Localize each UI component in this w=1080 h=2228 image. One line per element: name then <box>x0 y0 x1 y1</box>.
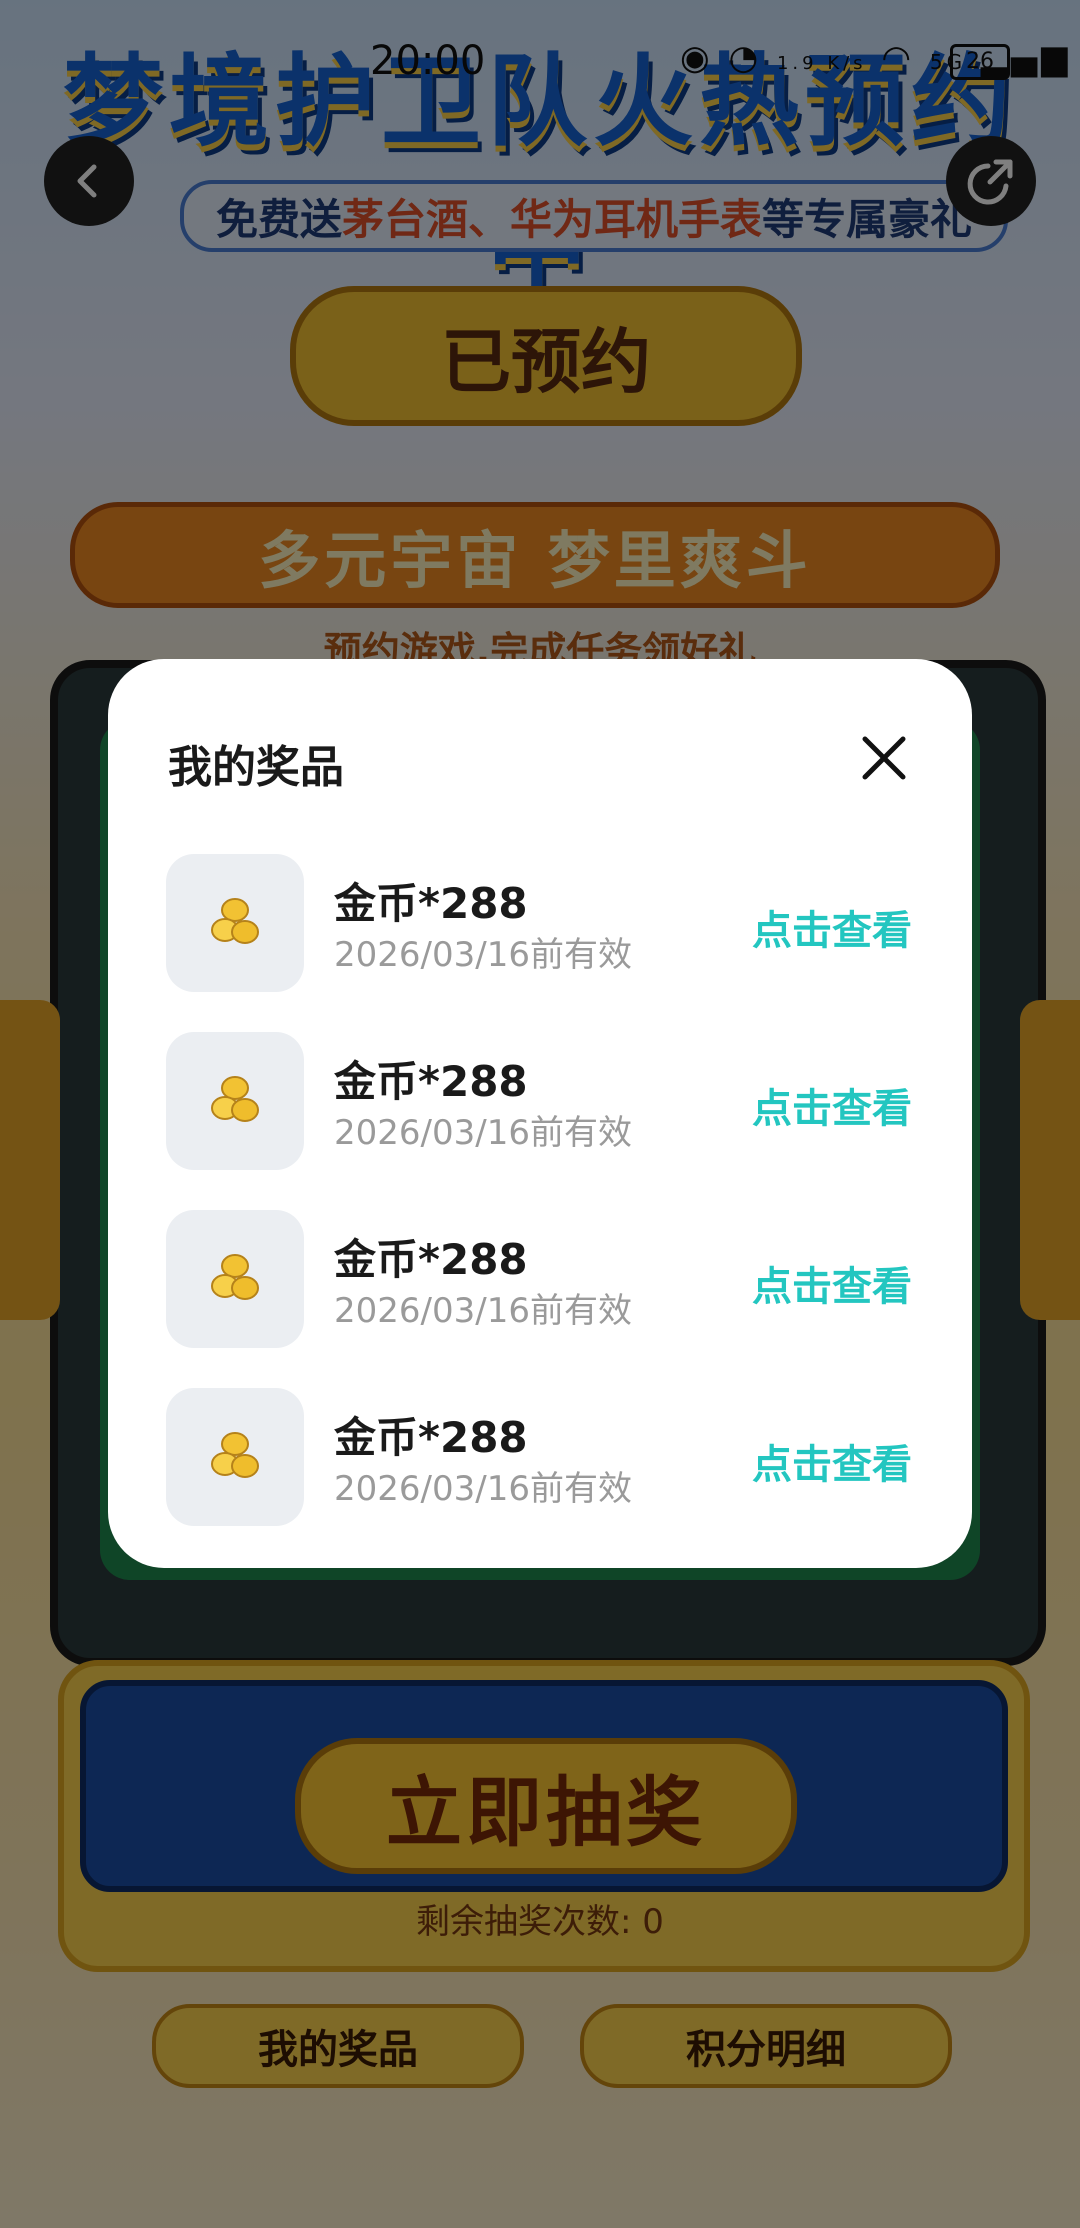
prize-expiry: 2026/03/16前有效 <box>334 1291 632 1331</box>
prize-thumbnail <box>166 854 304 992</box>
view-prize-link[interactable]: 点击查看 <box>752 1076 912 1134</box>
prize-thumbnail <box>166 1210 304 1348</box>
prize-expiry: 2026/03/16前有效 <box>334 1113 632 1153</box>
gold-coins-icon <box>211 1254 259 1300</box>
my-prizes-modal: 我的奖品 金币*288 2026/03/16前有效 点击查看 金币*288 20… <box>108 659 972 1568</box>
list-item: 金币*288 2026/03/16前有效 点击查看 <box>108 1388 972 1566</box>
modal-title: 我的奖品 <box>168 742 344 793</box>
view-prize-link[interactable]: 点击查看 <box>752 898 912 956</box>
prize-name: 金币*288 <box>334 1057 528 1106</box>
gold-coins-icon <box>211 1432 259 1478</box>
view-prize-link[interactable]: 点击查看 <box>752 1254 912 1312</box>
close-button[interactable] <box>853 727 915 789</box>
prize-expiry: 2026/03/16前有效 <box>334 935 632 975</box>
prize-name: 金币*288 <box>334 1413 528 1462</box>
prize-expiry: 2026/03/16前有效 <box>334 1469 632 1509</box>
prize-name: 金币*288 <box>334 879 528 928</box>
prize-name: 金币*288 <box>334 1235 528 1284</box>
view-prize-link[interactable]: 点击查看 <box>752 1432 912 1490</box>
list-item: 金币*288 2026/03/16前有效 点击查看 <box>108 1032 972 1210</box>
list-item: 金币*288 2026/03/16前有效 点击查看 <box>108 854 972 1032</box>
prize-list: 金币*288 2026/03/16前有效 点击查看 金币*288 2026/03… <box>108 854 972 1566</box>
gold-coins-icon <box>211 1076 259 1122</box>
prize-thumbnail <box>166 1388 304 1526</box>
prize-thumbnail <box>166 1032 304 1170</box>
gold-coins-icon <box>211 898 259 944</box>
list-item: 金币*288 2026/03/16前有效 点击查看 <box>108 1210 972 1388</box>
close-icon <box>862 736 906 780</box>
